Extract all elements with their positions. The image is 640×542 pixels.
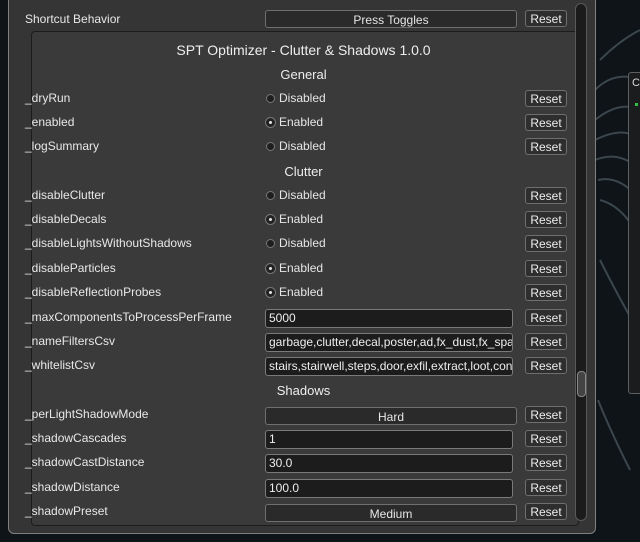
- radio-icon: [266, 239, 275, 248]
- radio-icon: [266, 264, 275, 273]
- shadow-cascades-reset-button[interactable]: Reset: [525, 430, 567, 447]
- whitelist-csv-reset-button[interactable]: Reset: [525, 357, 567, 374]
- max-components-to-process-per-frame-reset-button[interactable]: Reset: [525, 309, 567, 326]
- shadow-distance-reset-button[interactable]: Reset: [525, 479, 567, 496]
- disable-clutter-value: Disabled: [279, 188, 326, 202]
- shadow-cast-distance-input[interactable]: 30.0: [265, 454, 513, 473]
- log-summary-reset-button[interactable]: Reset: [525, 138, 567, 155]
- shadow-distance-label: _shadowDistance: [25, 480, 120, 494]
- disable-lights-without-shadows-label: _disableLightsWithoutShadows: [25, 236, 192, 250]
- name-filters-csv-reset-button[interactable]: Reset: [525, 333, 567, 350]
- dry-run-value: Disabled: [279, 91, 326, 105]
- disable-clutter-reset-button[interactable]: Reset: [525, 187, 567, 204]
- enabled-value: Enabled: [279, 115, 324, 129]
- status-dot: [635, 103, 638, 106]
- per-light-shadow-mode-label: _perLightShadowMode: [25, 407, 149, 421]
- radio-icon: [266, 94, 275, 103]
- per-light-shadow-mode-reset-button[interactable]: Reset: [525, 406, 567, 423]
- disable-decals-toggle[interactable]: Enabled: [266, 209, 323, 229]
- enabled-label: _enabled: [25, 115, 75, 129]
- log-summary-value: Disabled: [279, 139, 326, 153]
- scrollbar-thumb[interactable]: [577, 371, 586, 397]
- name-filters-csv-input[interactable]: garbage,clutter,decal,poster,ad,fx_dust,…: [265, 333, 513, 352]
- log-summary-label: _logSummary: [25, 139, 100, 153]
- disable-particles-reset-button[interactable]: Reset: [525, 260, 567, 277]
- max-components-to-process-per-frame-label: _maxComponentsToProcessPerFrame: [25, 310, 232, 324]
- whitelist-csv-input[interactable]: stairs,stairwell,steps,door,exfil,extrac…: [265, 357, 513, 376]
- shadow-cascades-label: _shadowCascades: [25, 431, 127, 445]
- log-summary-toggle[interactable]: Disabled: [266, 136, 326, 156]
- disable-lights-without-shadows-toggle[interactable]: Disabled: [266, 233, 326, 253]
- shadow-cast-distance-reset-button[interactable]: Reset: [525, 454, 567, 471]
- config-window: Shortcut Behavior Press Toggles Reset SP…: [8, 0, 596, 534]
- side-panel-letter: C: [632, 77, 640, 89]
- disable-lights-without-shadows-value: Disabled: [279, 236, 326, 250]
- name-filters-csv-label: _nameFiltersCsv: [25, 334, 116, 348]
- shortcut-behavior-button[interactable]: Press Toggles: [265, 10, 517, 28]
- disable-clutter-toggle[interactable]: Disabled: [266, 185, 326, 205]
- shadow-distance-input[interactable]: 100.0: [265, 479, 513, 498]
- radio-icon: [266, 215, 275, 224]
- radio-icon: [266, 142, 275, 151]
- disable-decals-reset-button[interactable]: Reset: [525, 211, 567, 228]
- per-light-shadow-mode-dropdown[interactable]: Hard: [265, 407, 517, 425]
- disable-reflection-probes-label: _disableReflectionProbes: [25, 285, 162, 299]
- shadow-preset-label: _shadowPreset: [25, 504, 108, 518]
- whitelist-csv-label: _whitelistCsv: [25, 358, 96, 372]
- disable-clutter-label: _disableClutter: [25, 188, 106, 202]
- disable-particles-value: Enabled: [279, 261, 324, 275]
- scrollbar-track[interactable]: [575, 3, 587, 521]
- shadow-preset-dropdown[interactable]: Medium: [265, 504, 517, 522]
- disable-particles-label: _disableParticles: [25, 261, 116, 275]
- side-panel-fragment: C: [628, 72, 640, 394]
- header-clutter: Clutter: [284, 164, 323, 179]
- enabled-toggle[interactable]: Enabled: [266, 112, 323, 132]
- disable-reflection-probes-reset-button[interactable]: Reset: [525, 284, 567, 301]
- disable-lights-without-shadows-reset-button[interactable]: Reset: [525, 235, 567, 252]
- radio-icon: [266, 191, 275, 200]
- shortcut-behavior-label: Shortcut Behavior: [25, 12, 121, 26]
- disable-particles-toggle[interactable]: Enabled: [266, 258, 323, 278]
- dry-run-label: _dryRun: [25, 91, 71, 105]
- disable-reflection-probes-toggle[interactable]: Enabled: [266, 282, 323, 302]
- shadow-cascades-input[interactable]: 1: [265, 430, 513, 449]
- disable-decals-label: _disableDecals: [25, 212, 107, 226]
- shadow-preset-reset-button[interactable]: Reset: [525, 503, 567, 520]
- dry-run-reset-button[interactable]: Reset: [525, 90, 567, 107]
- shortcut-reset-button[interactable]: Reset: [525, 10, 567, 27]
- max-components-to-process-per-frame-input[interactable]: 5000: [265, 309, 513, 328]
- header-shadows: Shadows: [276, 383, 331, 398]
- dry-run-toggle[interactable]: Disabled: [266, 88, 326, 108]
- disable-decals-value: Enabled: [279, 212, 324, 226]
- section-title: SPT Optimizer - Clutter & Shadows 1.0.0: [176, 42, 431, 58]
- radio-icon: [266, 118, 275, 127]
- radio-icon: [266, 288, 275, 297]
- shadow-cast-distance-label: _shadowCastDistance: [25, 455, 145, 469]
- header-general: General: [280, 67, 327, 82]
- disable-reflection-probes-value: Enabled: [279, 285, 324, 299]
- enabled-reset-button[interactable]: Reset: [525, 114, 567, 131]
